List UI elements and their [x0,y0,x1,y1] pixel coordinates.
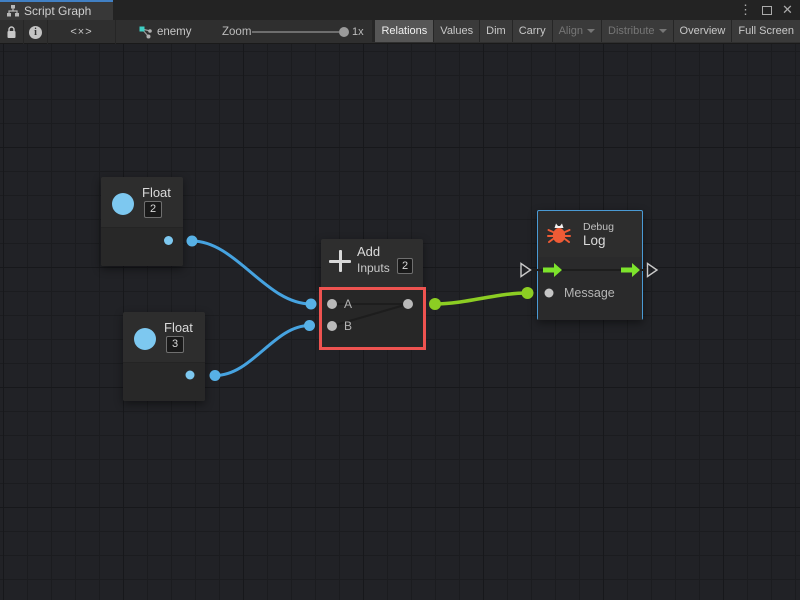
script-graph-asset-icon [139,26,152,39]
overview-button[interactable]: Overview [674,20,732,42]
values-button[interactable]: Values [434,20,479,42]
tab-title: Script Graph [24,4,91,18]
float-1-connection-dot[interactable] [187,236,198,247]
chevron-down-icon [587,29,595,33]
chevron-down-icon [659,29,667,33]
wire-float1-to-add-a[interactable] [192,241,311,304]
float-1-output-port[interactable] [164,236,173,245]
add-input-a-connection-dot[interactable] [306,299,317,310]
zoom-slider-track[interactable] [252,31,339,33]
debug-flow-in-arrow-icon[interactable] [543,263,562,277]
add-ports-error-highlight [319,287,426,350]
lock-icon [6,26,17,39]
float-2-output-port[interactable] [186,371,195,380]
align-dropdown[interactable]: Align [553,20,601,42]
code-icon: <×> [70,26,92,38]
debug-flow-output-triangle-icon[interactable] [648,264,658,277]
zoom-label: Zoom [222,20,251,44]
debug-message-connection-dot[interactable] [522,287,534,299]
add-port-b-label: B [344,319,352,333]
window-tab-bar: Script Graph ⋮ ✕ [0,0,800,20]
maximize-button[interactable] [758,1,775,19]
wire-float2-to-add-b[interactable] [215,326,310,376]
debug-message-port-label: Message [564,286,615,300]
toolbar-left-group: i <×> [0,20,116,44]
zoom-value: 1x [352,20,364,44]
window-menu-button[interactable]: ⋮ [737,1,754,19]
add-port-a-label: A [344,297,352,311]
breadcrumb-graph-name: enemy [157,26,192,38]
debug-flow-out-arrow-icon[interactable] [621,263,640,277]
breadcrumb[interactable]: enemy [139,20,192,44]
close-button[interactable]: ✕ [779,1,796,19]
graph-canvas[interactable]: Float 2 Float 3 Add Inputs 2 A B [0,44,800,600]
info-button[interactable]: i [24,20,48,44]
distribute-dropdown[interactable]: Distribute [602,20,672,42]
graph-hierarchy-icon [7,5,19,17]
window-controls: ⋮ ✕ [737,0,796,20]
debug-flow-input-triangle-icon[interactable] [521,264,531,277]
float-2-connection-dot[interactable] [210,370,221,381]
maximize-icon [762,6,772,15]
carry-button[interactable]: Carry [513,20,552,42]
debug-message-port[interactable] [545,289,554,298]
relations-button[interactable]: Relations [375,20,433,42]
tab-script-graph[interactable]: Script Graph [0,0,113,20]
wire-add-to-debug-message[interactable] [435,293,528,304]
toolbar-button-group: Relations Values Dim Carry Align Distrib… [372,20,800,42]
add-output-connection-dot[interactable] [429,298,441,310]
info-icon: i [29,26,42,39]
lock-button[interactable] [0,20,24,44]
dim-button[interactable]: Dim [480,20,512,42]
add-input-b-connection-dot[interactable] [304,320,315,331]
full-screen-button[interactable]: Full Screen [732,20,800,42]
unity-visual-scripting-window: Script Graph ⋮ ✕ i <×> [0,0,800,600]
graph-toolbar: i <×> enemy Zoom 1x Relations Values [0,20,800,44]
zoom-slider-handle[interactable] [339,27,349,37]
code-view-button[interactable]: <×> [48,20,116,44]
